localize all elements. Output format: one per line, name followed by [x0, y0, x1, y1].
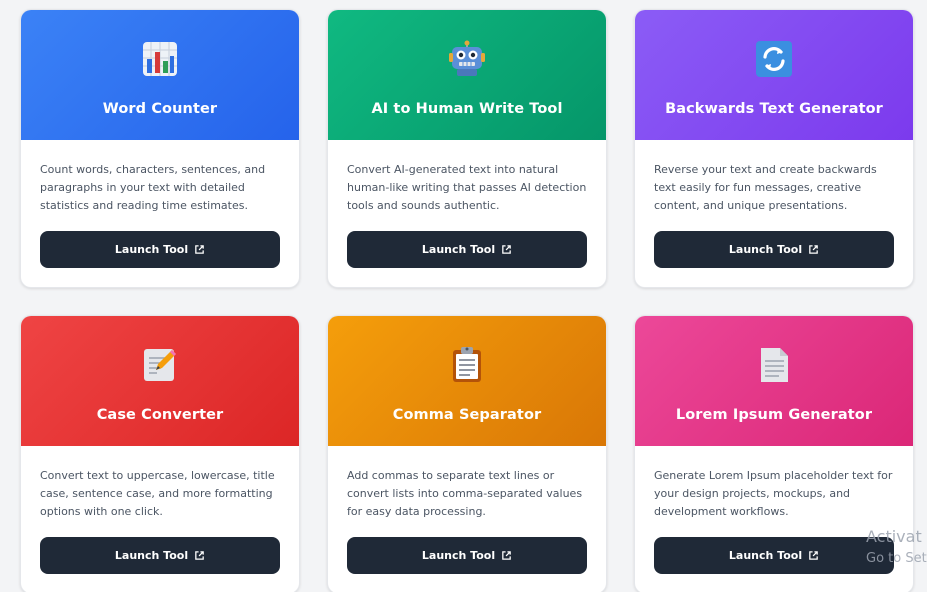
windows-activation-watermark: Activat Go to Set [866, 526, 927, 570]
card-header: Comma Separator [328, 316, 606, 446]
launch-tool-button[interactable]: Launch Tool [347, 537, 587, 574]
card-description: Convert AI-generated text into natural h… [347, 163, 587, 212]
memo-pencil-icon [141, 346, 179, 384]
button-label: Launch Tool [421, 243, 496, 256]
card-title: Comma Separator [392, 407, 542, 423]
external-link-icon [808, 550, 819, 561]
tool-card-comma-separator: Comma Separator Add commas to separate t… [327, 315, 607, 592]
card-header: Lorem Ipsum Generator [635, 316, 913, 446]
tool-card-ai-to-human: AI to Human Write Tool Convert AI-genera… [327, 9, 607, 288]
card-title: Word Counter [102, 101, 218, 117]
tool-card-word-counter: Word Counter Count words, characters, se… [20, 9, 300, 288]
card-title: AI to Human Write Tool [371, 101, 563, 117]
external-link-icon [808, 244, 819, 255]
card-title: Case Converter [96, 407, 224, 423]
external-link-icon [501, 550, 512, 561]
watermark-line-2: Go to Set [866, 551, 927, 566]
external-link-icon [194, 550, 205, 561]
tools-grid: Word Counter Count words, characters, se… [0, 0, 927, 592]
card-description: Convert text to uppercase, lowercase, ti… [40, 469, 275, 518]
button-label: Launch Tool [114, 549, 189, 562]
launch-tool-button[interactable]: Launch Tool [40, 537, 280, 574]
clipboard-icon [448, 346, 486, 384]
card-title: Backwards Text Generator [665, 101, 883, 117]
launch-tool-button[interactable]: Launch Tool [654, 537, 894, 574]
button-label: Launch Tool [114, 243, 189, 256]
card-header: Word Counter [21, 10, 299, 140]
refresh-icon [755, 40, 793, 78]
launch-tool-button[interactable]: Launch Tool [654, 231, 894, 268]
card-description: Generate Lorem Ipsum placeholder text fo… [654, 469, 893, 518]
tool-card-backwards-text: Backwards Text Generator Reverse your te… [634, 9, 914, 288]
card-description: Add commas to separate text lines or con… [347, 469, 583, 518]
card-title: Lorem Ipsum Generator [675, 407, 873, 423]
bar-chart-icon [141, 40, 179, 78]
robot-icon [448, 40, 486, 78]
card-header: Case Converter [21, 316, 299, 446]
button-label: Launch Tool [728, 549, 803, 562]
tool-card-case-converter: Case Converter Convert text to uppercase… [20, 315, 300, 592]
card-header: Backwards Text Generator [635, 10, 913, 140]
button-label: Launch Tool [421, 549, 496, 562]
card-description: Reverse your text and create backwards t… [654, 163, 877, 212]
external-link-icon [501, 244, 512, 255]
launch-tool-button[interactable]: Launch Tool [40, 231, 280, 268]
launch-tool-button[interactable]: Launch Tool [347, 231, 587, 268]
button-label: Launch Tool [728, 243, 803, 256]
document-icon [755, 346, 793, 384]
card-header: AI to Human Write Tool [328, 10, 606, 140]
external-link-icon [194, 244, 205, 255]
watermark-line-1: Activat [866, 527, 922, 546]
card-description: Count words, characters, sentences, and … [40, 163, 266, 212]
